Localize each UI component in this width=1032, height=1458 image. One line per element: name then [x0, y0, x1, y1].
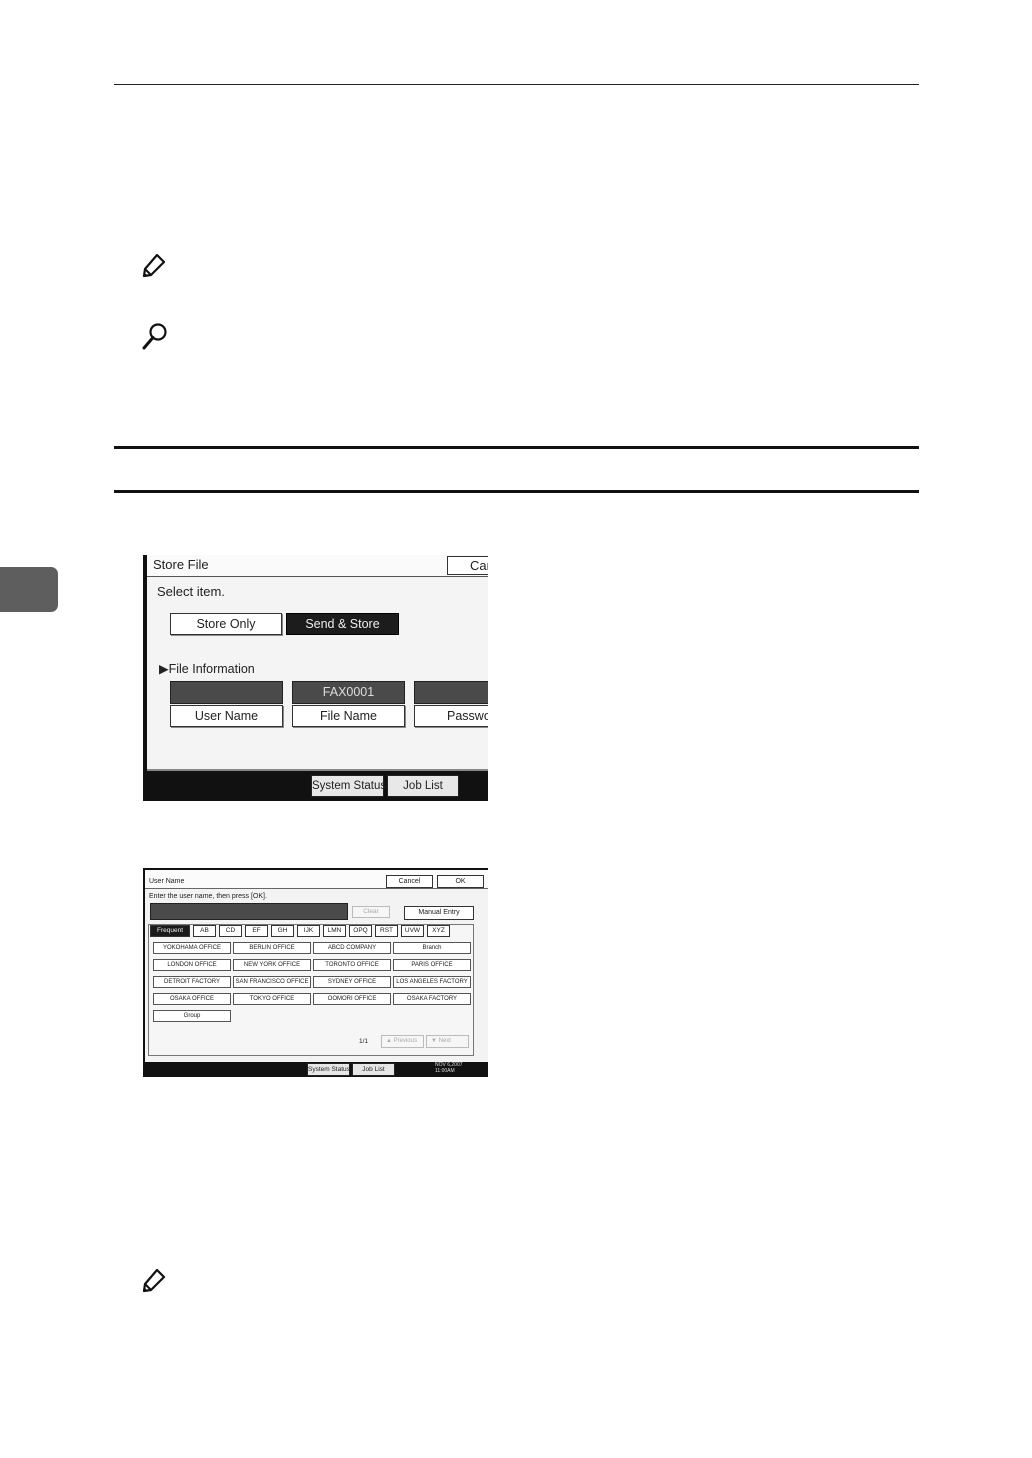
group-button[interactable]: Group [153, 1010, 231, 1022]
user-name-screenshot: User Name Cancel OK Enter the user name,… [143, 868, 488, 1077]
destination-button[interactable]: SYDNEY OFFICE [313, 976, 391, 988]
destination-button[interactable]: NEW YORK OFFICE [233, 959, 311, 971]
user-name-button[interactable]: User Name [170, 705, 283, 727]
user-name-field[interactable]: User Name [170, 681, 283, 728]
page-count: 1/1 [359, 1038, 369, 1045]
tab-ef[interactable]: EF [245, 925, 268, 937]
tab-lmn[interactable]: LMN [323, 925, 346, 937]
section-rule-top [114, 446, 919, 449]
password-field[interactable]: Passwor [414, 681, 488, 728]
destination-button[interactable]: Branch [393, 942, 471, 954]
chapter-tab [0, 567, 58, 612]
destination-button[interactable]: TORONTO OFFICE [313, 959, 391, 971]
reference-magnifier-icon [141, 322, 169, 352]
clear-button[interactable]: Clear [352, 906, 390, 918]
job-list-button[interactable]: Job List [387, 775, 459, 797]
destination-button[interactable]: PARIS OFFICE [393, 959, 471, 971]
header-rule [114, 84, 919, 85]
destination-button[interactable]: SAN FRANCISCO OFFICE [233, 976, 311, 988]
user-name-value [170, 681, 283, 704]
select-item-prompt: Select item. [157, 584, 225, 599]
destination-button[interactable]: OOMORI OFFICE [313, 993, 391, 1005]
index-tabs: Frequent AB CD EF GH IJK LMN OPQ RST UVW… [150, 925, 453, 937]
file-name-field[interactable]: FAX0001 File Name [292, 681, 405, 728]
destination-button[interactable]: BERLIN OFFICE [233, 942, 311, 954]
screen-title: Store File [153, 557, 209, 572]
destination-button[interactable]: TOKYO OFFICE [233, 993, 311, 1005]
destination-button[interactable]: OSAKA OFFICE [153, 993, 231, 1005]
store-file-screenshot: Store File Can Select item. Store Only S… [143, 555, 488, 801]
file-name-button[interactable]: File Name [292, 705, 405, 727]
destination-grid: YOKOHAMA OFFICE BERLIN OFFICE ABCD COMPA… [153, 942, 471, 1022]
previous-button[interactable]: ▲ Previous [381, 1035, 424, 1048]
tab-cd[interactable]: CD [219, 925, 242, 937]
destination-button[interactable]: DETROIT FACTORY [153, 976, 231, 988]
system-status-button[interactable]: System Status [311, 775, 386, 797]
tab-frequent[interactable]: Frequent [150, 925, 190, 937]
note-pencil-icon [140, 1267, 168, 1295]
tab-ab[interactable]: AB [193, 925, 216, 937]
destination-button[interactable]: LOS ANGELES FACTORY [393, 976, 471, 988]
cancel-button[interactable]: Can [447, 556, 488, 575]
tab-gh[interactable]: GH [271, 925, 294, 937]
user-name-entry-field[interactable] [150, 903, 348, 920]
next-button[interactable]: ▼ Next [426, 1035, 469, 1048]
destination-button[interactable]: YOKOHAMA OFFICE [153, 942, 231, 954]
file-information-heading: ▶File Information [159, 662, 255, 676]
tab-uvw[interactable]: UVW [401, 925, 424, 937]
section-rule-bottom [114, 490, 919, 493]
cancel-button[interactable]: Cancel [386, 875, 433, 888]
destination-button[interactable]: OSAKA FACTORY [393, 993, 471, 1005]
store-only-button[interactable]: Store Only [170, 613, 282, 635]
note-pencil-icon [140, 252, 168, 280]
tab-xyz[interactable]: XYZ [427, 925, 450, 937]
file-name-value: FAX0001 [292, 681, 405, 704]
password-button[interactable]: Passwor [414, 705, 488, 727]
enter-user-name-prompt: Enter the user name, then press [OK]. [149, 893, 267, 900]
send-and-store-button[interactable]: Send & Store [286, 613, 399, 635]
panel-bottom-edge [147, 769, 488, 771]
password-value [414, 681, 488, 704]
system-status-button[interactable]: System Status [307, 1063, 350, 1076]
tab-rst[interactable]: RST [375, 925, 398, 937]
destination-button[interactable]: LONDON OFFICE [153, 959, 231, 971]
manual-entry-button[interactable]: Manual Entry [404, 906, 474, 920]
destination-button[interactable]: ABCD COMPANY [313, 942, 391, 954]
tab-ijk[interactable]: IJK [297, 925, 320, 937]
date-time: NOV 6,2007 11:00AM [435, 1062, 463, 1074]
time-text: 11:00AM [435, 1068, 455, 1074]
screen-title: User Name [149, 878, 185, 885]
job-list-button[interactable]: Job List [352, 1063, 395, 1076]
tab-opq[interactable]: OPQ [349, 925, 372, 937]
ok-button[interactable]: OK [437, 875, 484, 888]
